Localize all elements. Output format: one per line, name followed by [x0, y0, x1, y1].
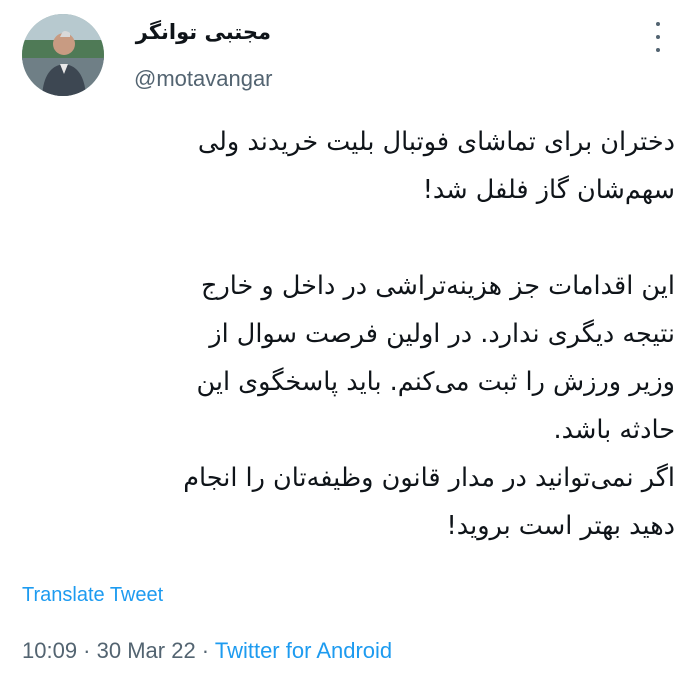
tweet-line: سهم‌شان گاز فلفل شد!	[422, 175, 675, 205]
more-options-icon[interactable]	[648, 22, 668, 52]
translate-tweet-link[interactable]: Translate Tweet	[22, 584, 163, 607]
tweet-date[interactable]: 30 Mar 22	[97, 638, 196, 663]
tweet-line: اگر نمی‌توانید در مدار قانون وظیفه‌تان ر…	[183, 463, 675, 493]
tweet-source-link[interactable]: Twitter for Android	[215, 638, 392, 663]
author-handle[interactable]: @motavangar	[134, 66, 273, 92]
tweet-line: دهید بهتر است بروید!	[446, 511, 676, 541]
tweet-line: نتیجه دیگری ندارد. در اولین فرصت سوال از	[209, 319, 675, 349]
tweet-time[interactable]: 10:09	[22, 638, 77, 663]
tweet-text: دختران برای تماشای فوتبال بلیت خریدند ول…	[20, 118, 675, 550]
tweet-line: این اقدامات جز هزینه‌تراشی در داخل و خار…	[200, 271, 675, 301]
avatar-photo	[22, 14, 104, 96]
tweet-line: حادثه باشد.	[553, 415, 676, 445]
tweet-meta: 10:09 · 30 Mar 22 · Twitter for Android	[22, 638, 392, 664]
tweet-line: وزیر ورزش را ثبت می‌کنم. باید پاسخگوی ای…	[196, 367, 675, 397]
tweet-line: دختران برای تماشای فوتبال بلیت خریدند ول…	[197, 127, 675, 157]
meta-separator: ·	[195, 638, 215, 663]
avatar[interactable]	[22, 14, 104, 96]
author-name[interactable]: مجتبی توانگر	[136, 20, 271, 44]
meta-separator: ·	[77, 638, 97, 663]
